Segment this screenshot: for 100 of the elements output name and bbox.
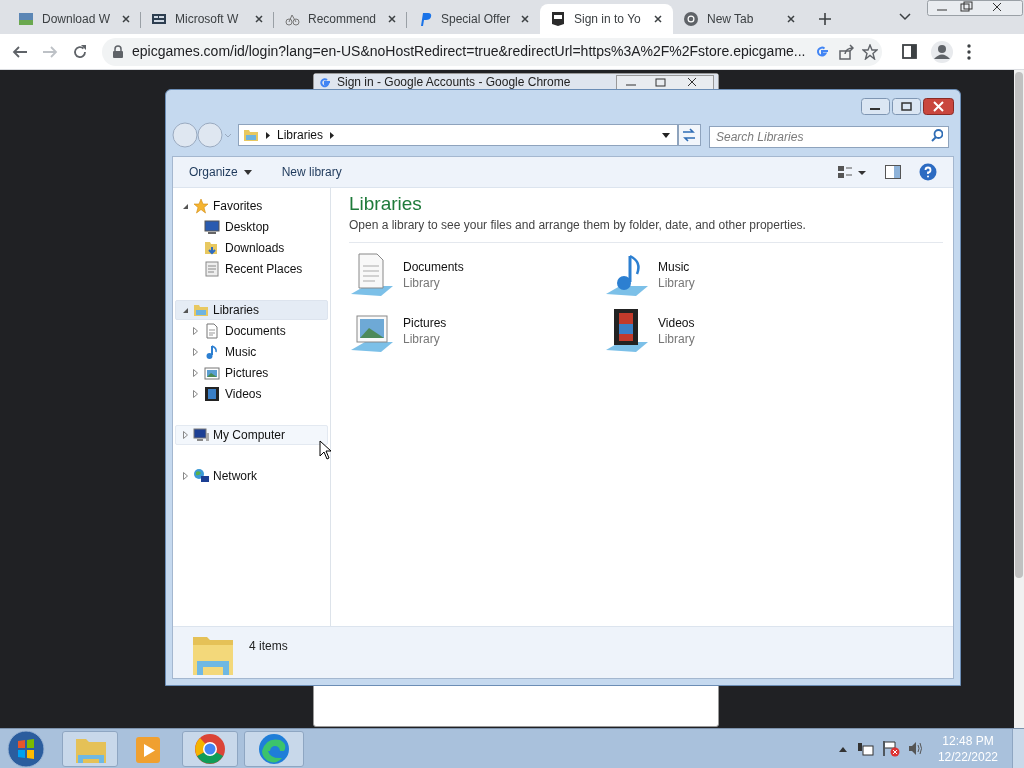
start-button-icon[interactable] xyxy=(6,728,46,768)
picture-icon xyxy=(18,11,34,27)
back-icon[interactable] xyxy=(12,43,28,60)
close-icon[interactable] xyxy=(387,14,397,24)
network-icon xyxy=(193,468,209,484)
expanded-arrow-icon[interactable] xyxy=(182,306,189,314)
window-controls-icon[interactable] xyxy=(616,74,714,90)
new-tab-icon[interactable] xyxy=(818,12,832,26)
nav-item[interactable]: Desktop xyxy=(173,216,330,237)
side-panel-icon[interactable] xyxy=(902,44,917,59)
nav-item[interactable]: Downloads xyxy=(173,237,330,258)
maximize-icon[interactable] xyxy=(892,98,921,115)
close-icon[interactable] xyxy=(254,14,264,24)
library-item[interactable]: Pictures Library xyxy=(349,305,604,357)
taskbar-button[interactable] xyxy=(244,731,304,767)
breadcrumb-arrow-icon[interactable] xyxy=(329,130,336,140)
tab-title: Microsoft W xyxy=(175,11,240,28)
documents-library-icon xyxy=(349,252,395,298)
breadcrumb-item[interactable]: Libraries xyxy=(277,126,324,144)
library-item[interactable]: Videos Library xyxy=(604,305,859,357)
preview-pane-icon[interactable] xyxy=(885,165,901,179)
star-icon[interactable] xyxy=(861,43,878,60)
library-item[interactable]: Music Library xyxy=(604,249,859,301)
nav-item[interactable]: My Computer xyxy=(175,425,328,445)
videos-library-icon xyxy=(604,308,650,354)
taskbar-button[interactable] xyxy=(182,731,238,767)
chrome-icon xyxy=(683,11,699,27)
browser-tab[interactable]: Recommend xyxy=(274,4,407,34)
library-type: Library xyxy=(403,331,441,347)
description-text: Open a library to see your files and arrange them by folder, date, and other properties. xyxy=(349,216,943,243)
speaker-icon[interactable] xyxy=(907,740,924,757)
nav-item[interactable]: Pictures xyxy=(173,362,330,383)
browser-tab[interactable]: Sign in to Yo xyxy=(540,4,673,34)
window-title: Sign in - Google Accounts - Google Chrome xyxy=(337,74,571,91)
picture-icon xyxy=(204,364,220,381)
item-count: 4 items xyxy=(249,638,288,655)
collapsed-arrow-icon[interactable] xyxy=(182,472,189,480)
address-bar[interactable]: epicgames.com/id/login?lang=en-US&noHostRedirect=true&redirectUrl=https%3A%2F%2Fstore.epicgame... xyxy=(102,37,882,66)
help-icon[interactable] xyxy=(919,163,937,181)
music-library-icon xyxy=(604,252,650,298)
lock-icon xyxy=(112,44,124,59)
nav-item[interactable]: Network xyxy=(175,466,328,486)
monitor-icon xyxy=(204,218,220,235)
collapsed-arrow-icon[interactable] xyxy=(182,431,189,439)
network-icon[interactable] xyxy=(855,740,874,757)
expanded-arrow-icon[interactable] xyxy=(182,202,189,210)
window-controls-icon[interactable] xyxy=(927,0,1023,16)
dropdown-icon[interactable] xyxy=(661,131,671,139)
browser-tab[interactable]: Download W xyxy=(8,4,141,34)
page-heading: Libraries xyxy=(349,192,423,216)
nav-item[interactable]: Favorites xyxy=(175,196,328,216)
scrollbar[interactable] xyxy=(1014,70,1024,728)
nav-item[interactable]: Libraries xyxy=(175,300,328,320)
close-icon[interactable] xyxy=(520,14,530,24)
reload-icon[interactable] xyxy=(72,43,88,60)
nav-item[interactable]: Music xyxy=(173,341,330,362)
library-type: Library xyxy=(658,275,695,291)
tab-title: New Tab xyxy=(707,11,755,28)
refresh-icon[interactable] xyxy=(678,124,701,146)
window-icon xyxy=(151,11,167,27)
search-field[interactable]: Search Libraries xyxy=(709,126,949,148)
library-folder-icon xyxy=(193,302,209,318)
close-icon[interactable] xyxy=(653,14,663,24)
chrome-icon xyxy=(192,731,228,767)
caret-icon xyxy=(243,169,252,175)
collapsed-arrow-icon[interactable] xyxy=(192,347,199,356)
nav-item[interactable]: Recent Places xyxy=(173,258,330,279)
close-icon[interactable] xyxy=(923,98,954,115)
nav-item[interactable]: Videos xyxy=(173,383,330,404)
chevron-down-icon[interactable] xyxy=(898,12,912,21)
share-icon[interactable] xyxy=(837,43,854,60)
tab-title: Sign in to Yo xyxy=(574,11,642,28)
collapsed-arrow-icon[interactable] xyxy=(192,389,199,398)
library-item[interactable]: Documents Library xyxy=(349,249,604,301)
browser-tab[interactable]: Microsoft W xyxy=(141,4,274,34)
browser-tab[interactable]: New Tab xyxy=(673,4,806,34)
organize-menu[interactable]: Organize xyxy=(189,163,252,181)
library-type: Library xyxy=(658,331,695,347)
menu-icon[interactable] xyxy=(967,43,971,60)
address-field[interactable]: Libraries xyxy=(238,124,678,146)
new-library-button[interactable]: New library xyxy=(281,163,342,181)
star-icon xyxy=(193,198,209,214)
collapsed-arrow-icon[interactable] xyxy=(192,326,199,335)
url-text: epicgames.com/id/login?lang=en-US&noHostRedirect=true&redirectUrl=https%3A%2F%2Fstore.epicgame... xyxy=(132,42,806,61)
close-icon[interactable] xyxy=(786,14,796,24)
avatar-icon[interactable] xyxy=(931,40,953,63)
google-g-icon xyxy=(318,75,331,89)
tab-title: Download W xyxy=(42,11,112,28)
library-name: Music xyxy=(658,259,691,275)
film-icon xyxy=(204,385,220,402)
close-icon[interactable] xyxy=(121,14,131,24)
nav-item[interactable]: Documents xyxy=(173,320,330,341)
browser-tab[interactable]: Special Offer xyxy=(407,4,540,34)
library-name: Documents xyxy=(403,259,464,275)
collapsed-arrow-icon[interactable] xyxy=(192,368,199,377)
action-center-flag-icon[interactable] xyxy=(881,740,900,757)
view-options-icon[interactable] xyxy=(837,165,867,179)
minimize-icon[interactable] xyxy=(861,98,890,115)
breadcrumb-arrow-icon[interactable] xyxy=(265,130,271,140)
search-icon[interactable] xyxy=(931,129,943,142)
